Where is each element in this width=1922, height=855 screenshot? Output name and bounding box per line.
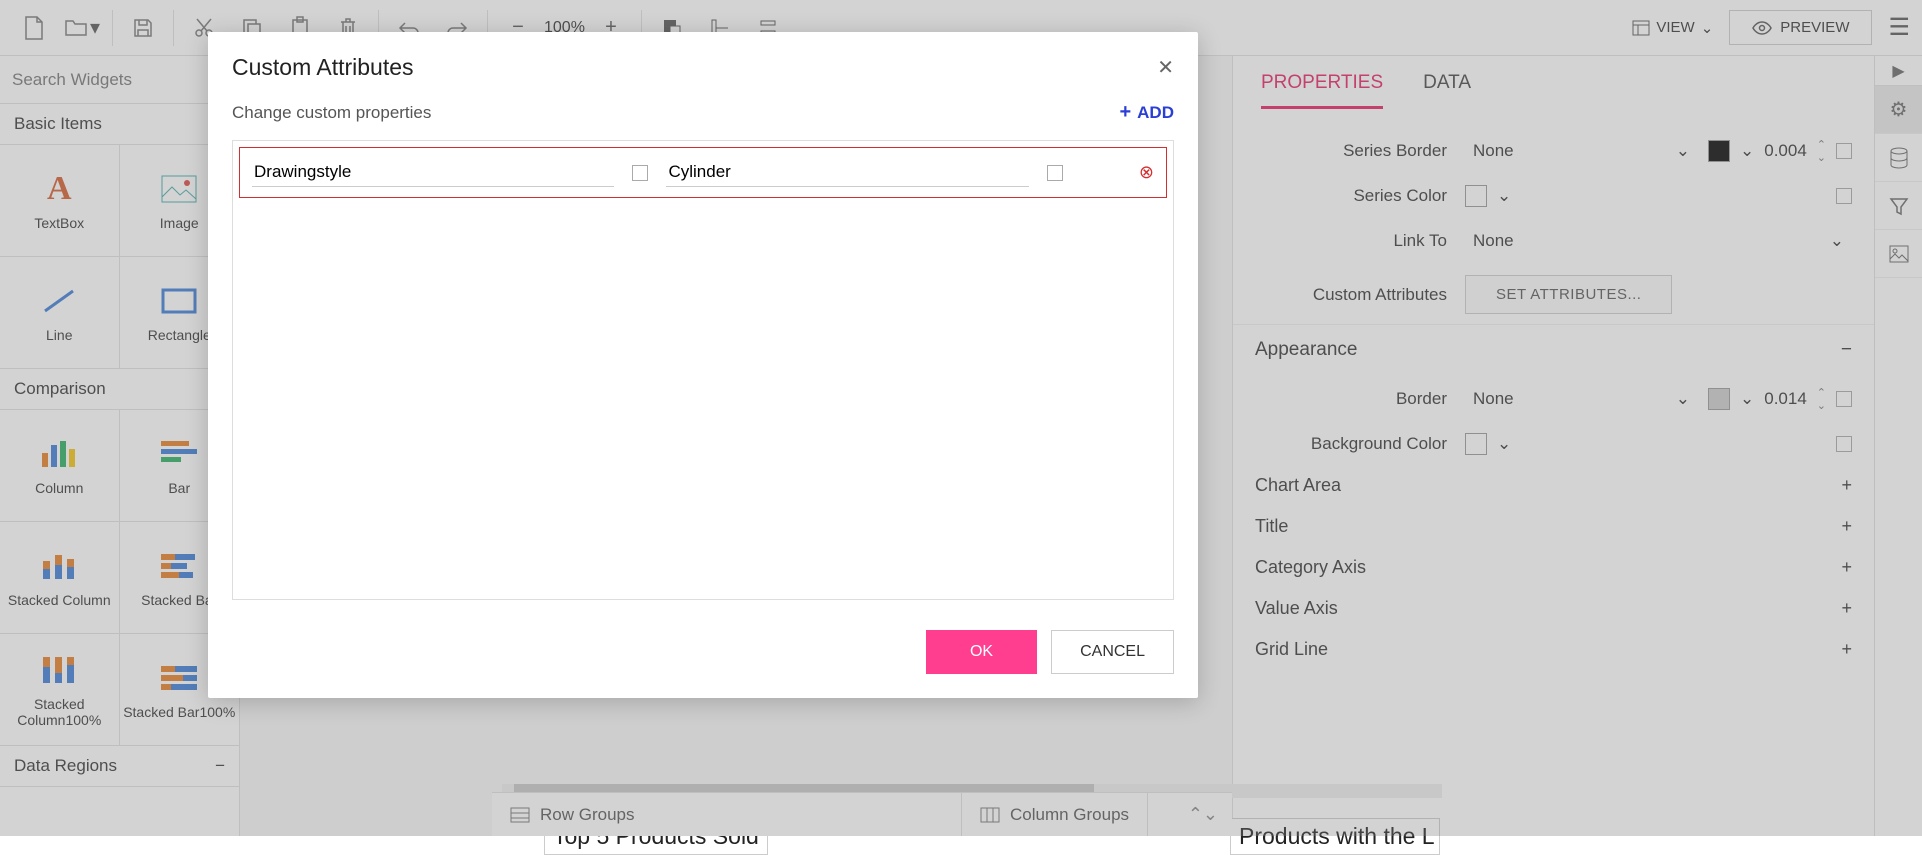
attribute-name-input[interactable] <box>252 158 614 187</box>
cancel-button[interactable]: CANCEL <box>1051 630 1174 674</box>
close-icon[interactable]: ✕ <box>1157 55 1174 80</box>
attribute-row: ⊗ <box>239 147 1167 198</box>
attributes-table: ⊗ <box>232 140 1174 600</box>
dialog-subtitle: Change custom properties <box>232 103 431 123</box>
attribute-value-input[interactable] <box>666 158 1028 187</box>
attribute-name-checkbox[interactable] <box>632 165 648 181</box>
delete-row-icon[interactable]: ⊗ <box>1139 162 1154 183</box>
add-attribute-button[interactable]: +ADD <box>1119 101 1174 124</box>
dialog-title: Custom Attributes <box>232 54 414 81</box>
ok-button[interactable]: OK <box>926 630 1037 674</box>
custom-attributes-dialog: Custom Attributes ✕ Change custom proper… <box>208 32 1198 698</box>
attribute-value-checkbox[interactable] <box>1047 165 1063 181</box>
